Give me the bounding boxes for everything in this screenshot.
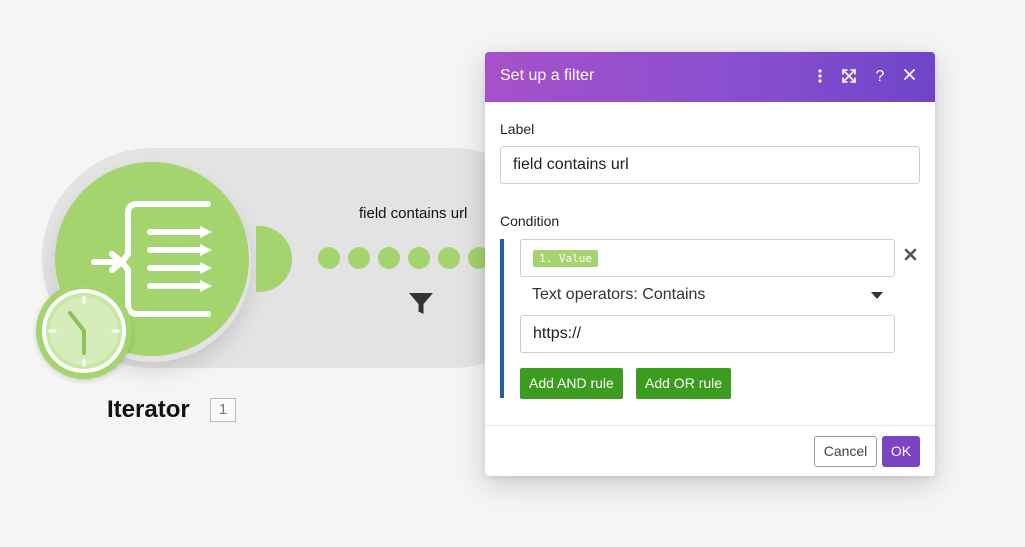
label-input-value: field contains url [513, 156, 629, 173]
condition-value-field[interactable]: 1. Value [520, 239, 895, 277]
label-input[interactable]: field contains url [500, 146, 920, 184]
route-dot [438, 247, 460, 269]
add-or-rule-button[interactable]: Add OR rule [636, 368, 732, 399]
module-title: Iterator [107, 396, 190, 423]
route-dot [318, 247, 340, 269]
help-icon: ? [875, 68, 885, 85]
filter-dialog: Set up a filter ? Label field contains u… [485, 52, 935, 476]
ok-button[interactable]: OK [882, 436, 920, 467]
schedule-badge[interactable] [36, 283, 132, 379]
dialog-title: Set up a filter [500, 67, 595, 84]
scenario-canvas[interactable]: Iterator 1 field contains url Set up a f… [0, 0, 1025, 547]
close-button[interactable] [897, 65, 921, 89]
funnel-icon[interactable] [408, 292, 434, 316]
more-options-button[interactable] [808, 65, 832, 89]
operator-value: Text operators: Contains [532, 286, 706, 303]
expand-icon [842, 69, 856, 83]
operand-value: https:// [533, 325, 582, 342]
label-heading: Label [500, 121, 535, 137]
clock-icon [42, 289, 126, 373]
condition-group-bar [500, 239, 504, 398]
cancel-button[interactable]: Cancel [814, 436, 877, 467]
remove-condition-icon[interactable] [904, 248, 917, 261]
dialog-header: Set up a filter ? [485, 52, 935, 102]
route-dot [408, 247, 430, 269]
condition-heading: Condition [500, 213, 560, 229]
value-token[interactable]: 1. Value [533, 249, 598, 267]
expand-button[interactable] [837, 65, 861, 89]
footer-divider [485, 425, 935, 426]
vertical-dots-icon [818, 69, 822, 83]
help-button[interactable]: ? [868, 65, 892, 89]
route-dot [378, 247, 400, 269]
route-dot [348, 247, 370, 269]
operand-input[interactable]: https:// [520, 315, 895, 353]
route-label[interactable]: field contains url [359, 205, 467, 222]
close-icon [903, 69, 915, 80]
module-count-badge: 1 [210, 398, 236, 422]
chevron-down-icon [871, 291, 883, 299]
operator-select[interactable]: Text operators: Contains [520, 280, 895, 310]
add-and-rule-button[interactable]: Add AND rule [520, 368, 623, 399]
